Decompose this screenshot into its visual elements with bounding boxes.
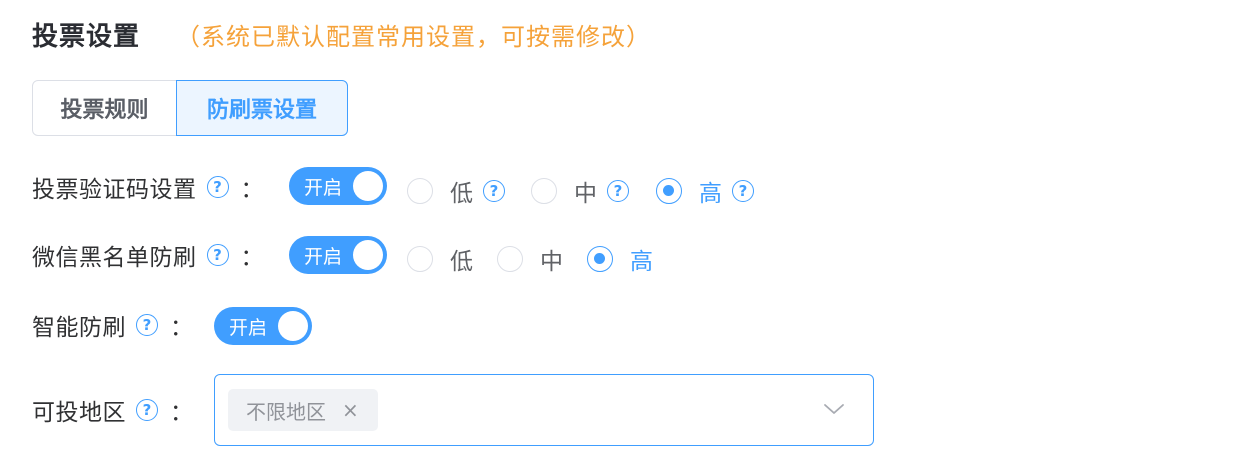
- radio-circle: [407, 246, 433, 272]
- switch-knob: [353, 240, 383, 270]
- captcha-help-icon[interactable]: ?: [206, 176, 229, 198]
- wechat-radio-low[interactable]: 低: [407, 242, 473, 276]
- switch-knob: [353, 171, 383, 201]
- wechat-radio-high-label: 高: [630, 249, 653, 275]
- tab-anti-spam[interactable]: 防刷票设置: [176, 80, 348, 136]
- region-row: 可投地区 ? ：: [32, 390, 193, 430]
- region-tag-text: 不限地区: [246, 399, 326, 424]
- radio-circle: [656, 178, 682, 204]
- wechat-radio-mid-label: 中: [540, 249, 563, 275]
- captcha-low-help-icon[interactable]: ?: [483, 180, 505, 202]
- switch-knob: [278, 311, 308, 341]
- region-tag: 不限地区 ×: [228, 389, 378, 431]
- radio-circle: [497, 246, 523, 272]
- smart-antispam-row: 智能防刷 ? ：: [32, 305, 193, 345]
- section-header: 投票设置 （系统已默认配置常用设置，可按需修改）: [32, 14, 651, 54]
- wechat-blacklist-label: 微信黑名单防刷: [32, 245, 197, 271]
- captcha-radio-mid[interactable]: 中 ?: [531, 174, 629, 208]
- smart-antispam-label: 智能防刷: [32, 315, 126, 341]
- smart-antispam-help-icon[interactable]: ?: [136, 314, 158, 336]
- wechat-blacklist-switch-label: 开启: [304, 245, 343, 268]
- wechat-blacklist-row: 微信黑名单防刷 ? ：: [32, 235, 264, 275]
- captcha-colon: ：: [240, 177, 264, 203]
- captcha-switch-label: 开启: [304, 176, 343, 199]
- captcha-high-help-icon[interactable]: ?: [732, 180, 754, 202]
- captcha-radio-low[interactable]: 低 ?: [407, 174, 505, 208]
- region-label: 可投地区: [32, 400, 126, 426]
- chevron-down-icon[interactable]: [823, 398, 845, 420]
- region-select[interactable]: 不限地区 ×: [214, 374, 874, 446]
- radio-circle: [531, 178, 557, 204]
- wechat-blacklist-colon: ：: [240, 245, 264, 271]
- captcha-mid-help-icon[interactable]: ?: [607, 180, 629, 202]
- smart-antispam-colon: ：: [170, 315, 193, 341]
- tag-close-icon[interactable]: ×: [342, 398, 359, 422]
- section-note: （系统已默认配置常用设置，可按需修改）: [176, 22, 652, 51]
- captcha-label: 投票验证码设置: [32, 177, 197, 203]
- settings-tabs: 投票规则 防刷票设置: [32, 80, 348, 136]
- captcha-switch[interactable]: 开启: [289, 167, 387, 205]
- region-colon: ：: [170, 400, 193, 426]
- wechat-radio-low-label: 低: [450, 249, 473, 275]
- captcha-radio-mid-label: 中: [574, 181, 597, 207]
- smart-antispam-switch-label: 开启: [229, 316, 268, 339]
- anti-spam-settings-panel: 投票设置 （系统已默认配置常用设置，可按需修改） 投票规则 防刷票设置 投票验证…: [0, 0, 1250, 468]
- captcha-radio-high-label: 高: [699, 181, 722, 207]
- wechat-blacklist-help-icon[interactable]: ?: [206, 244, 229, 266]
- region-help-icon[interactable]: ?: [136, 399, 158, 421]
- wechat-radio-mid[interactable]: 中: [497, 242, 563, 276]
- captcha-radio-low-label: 低: [450, 181, 473, 207]
- wechat-blacklist-switch[interactable]: 开启: [289, 236, 387, 274]
- radio-circle: [407, 178, 433, 204]
- radio-circle: [587, 246, 613, 272]
- wechat-radio-high[interactable]: 高: [587, 242, 653, 276]
- tab-vote-rules[interactable]: 投票规则: [32, 80, 177, 136]
- section-title: 投票设置: [32, 21, 141, 52]
- captcha-radio-high[interactable]: 高 ?: [656, 174, 754, 208]
- smart-antispam-switch[interactable]: 开启: [214, 307, 312, 345]
- captcha-row: 投票验证码设置 ? ：: [32, 167, 264, 207]
